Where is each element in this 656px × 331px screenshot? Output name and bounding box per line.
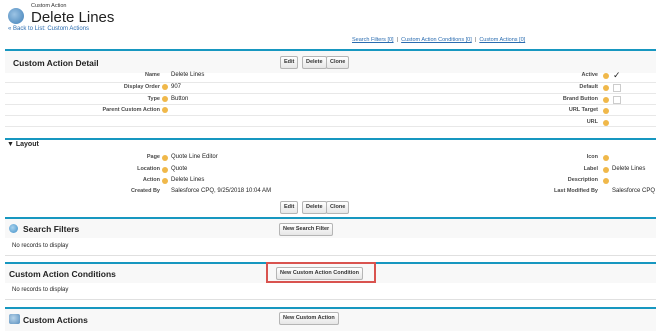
field-label-name: Name [145,72,160,78]
field-label-parent-custom-action: Parent Custom Action [102,107,160,113]
field-label-location: Location [137,166,160,172]
custom-actions-link[interactable]: Custom Actions [0] [479,37,525,43]
conditions-title: Custom Action Conditions [9,269,116,279]
field-value-created-by: Salesforce CPQ, 9/25/2018 10:04 AM [171,188,272,194]
detail-row [5,115,656,127]
custom-actions-title: Custom Actions [23,315,88,325]
field-value-type: Button [171,96,189,102]
help-icon[interactable] [603,85,609,91]
field-value-location: Quote [171,166,188,172]
default-checkbox [613,84,621,92]
help-icon[interactable] [603,108,609,114]
field-value-name: Delete Lines [171,72,205,78]
field-value-label: Delete Lines [612,166,646,172]
help-icon[interactable] [603,155,609,161]
search-filters-empty-row: No records to display [5,238,656,256]
field-label-icon: Icon [586,154,598,160]
clone-button-bottom[interactable]: Clone [326,201,350,214]
brand-button-checkbox [613,96,621,104]
clone-button[interactable]: Clone [326,56,350,69]
new-custom-action-button[interactable]: New Custom Action [279,312,339,325]
field-label-created-by: Created By [130,188,160,194]
custom-actions-icon [9,314,20,324]
page-title: Delete Lines [31,9,115,26]
delete-button[interactable]: Delete [302,56,327,69]
separator: | [396,37,399,43]
search-filters-title: Search Filters [23,224,80,234]
field-label-description: Description [567,177,598,183]
separator: | [474,37,477,43]
new-search-filter-button[interactable]: New Search Filter [279,223,334,236]
field-label-url: URL [586,119,598,125]
related-list-links: Search Filters [0] | Custom Action Condi… [352,37,525,43]
search-filters-icon [9,224,18,233]
help-icon[interactable] [162,167,168,173]
help-icon[interactable] [162,107,168,113]
edit-button-bottom[interactable]: Edit [280,201,299,214]
detail-section-title: Custom Action Detail [13,58,99,68]
layout-section-title: ▼ Layout [7,141,39,148]
field-label-type: Type [147,96,160,102]
field-value-page: Quote Line Editor [171,154,218,160]
field-label-url-target: URL Target [568,107,598,113]
field-value-display-order: 907 [171,84,182,90]
conditions-link[interactable]: Custom Action Conditions [0] [401,37,472,43]
back-to-list-link[interactable]: « Back to List: Custom Actions [8,26,89,32]
help-icon[interactable] [162,84,168,90]
empty-message: No records to display [12,243,69,249]
help-icon[interactable] [603,73,609,79]
field-label-default: Default [579,84,598,90]
field-label-action: Action [142,177,160,183]
custom-action-icon [8,8,24,24]
help-icon[interactable] [603,178,609,184]
empty-message: No records to display [12,287,69,293]
field-label-active: Active [581,72,598,78]
conditions-empty-row: No records to display [5,283,656,300]
field-value-last-modified-by: Salesforce CPQ [612,188,656,194]
help-icon[interactable] [603,97,609,103]
help-icon[interactable] [603,120,609,126]
search-filters-link[interactable]: Search Filters [0] [352,37,394,43]
field-label-page: Page [146,154,160,160]
delete-button-bottom[interactable]: Delete [302,201,327,214]
layout-section-header[interactable]: ▼ Layout [5,138,656,150]
field-label-display-order: Display Order [123,84,160,90]
help-icon[interactable] [162,96,168,102]
field-value-action: Delete Lines [171,177,205,183]
highlight-box [266,262,376,283]
active-checkmark-icon: ✓ [613,70,621,80]
help-icon[interactable] [162,178,168,184]
help-icon[interactable] [162,155,168,161]
edit-button[interactable]: Edit [280,56,299,69]
field-label-label: Label [583,166,598,172]
field-label-brand-button: Brand Button [562,96,598,102]
help-icon[interactable] [603,167,609,173]
field-label-last-modified-by: Last Modified By [553,188,598,194]
